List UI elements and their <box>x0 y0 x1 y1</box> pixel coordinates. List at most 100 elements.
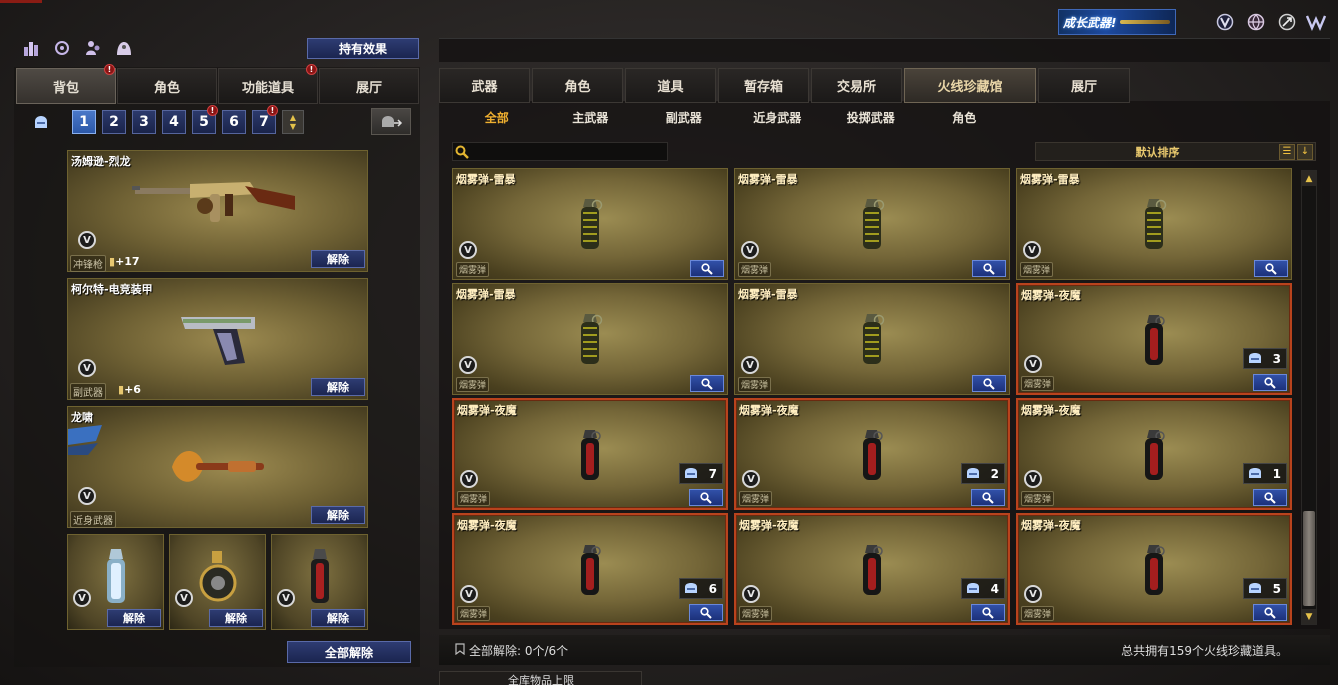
weapon-name: 龙啸 <box>71 411 93 424</box>
filter-melee[interactable]: 近身武器 <box>731 109 825 127</box>
chevron-up-icon[interactable]: ▲ <box>290 113 296 122</box>
inspect-button[interactable] <box>690 375 724 392</box>
holding-effect-button[interactable]: 持有效果 <box>307 38 419 59</box>
grenade-slot-2[interactable]: V 解除 <box>169 534 266 630</box>
ranking-icon[interactable] <box>20 37 42 59</box>
ammo-value: +17 <box>115 255 140 268</box>
inspect-button[interactable] <box>972 375 1006 392</box>
filter-secondary[interactable]: 副武器 <box>637 109 731 127</box>
collection-item-card[interactable]: 烟雾弹-雷暴 V 烟雾弹 <box>452 283 728 395</box>
page-scroll-arrows[interactable]: ▲ ▼ <box>282 110 304 134</box>
clan-icon[interactable] <box>113 37 135 59</box>
night-grenade-icon <box>1145 545 1165 595</box>
unequip-button[interactable]: 解除 <box>311 250 365 268</box>
filter-character[interactable]: 角色 <box>918 109 1012 127</box>
tab-temp-storage[interactable]: 暂存箱 <box>718 68 809 103</box>
achievement-icon[interactable] <box>1276 11 1298 33</box>
collection-item-card[interactable]: 烟雾弹-夜魔 V 烟雾弹 7 <box>452 398 728 510</box>
inspect-button[interactable] <box>971 489 1005 506</box>
globe-icon[interactable] <box>1245 11 1267 33</box>
search-icon[interactable] <box>453 143 471 161</box>
equipped-secondary-weapon[interactable]: 柯尔特-电竞装甲 V 副武器 ▮+6 解除 <box>67 278 368 400</box>
v-emblem-icon[interactable] <box>1214 11 1236 33</box>
collection-item-card[interactable]: 烟雾弹-夜魔 V 烟雾弹 2 <box>734 398 1010 510</box>
sort-dropdown[interactable]: 默认排序 ☰ ↓ <box>1035 142 1316 161</box>
page-button-3[interactable]: 3 <box>132 110 156 134</box>
collection-item-card[interactable]: 烟雾弹-雷暴 V 烟雾弹 <box>452 168 728 280</box>
storage-limit-label: 全库物品上限 <box>508 674 574 685</box>
night-grenade-icon <box>863 430 883 480</box>
sort-direction-icon[interactable]: ↓ <box>1297 143 1313 160</box>
collection-item-card[interactable]: 烟雾弹-雷暴 V 烟雾弹 <box>1016 168 1292 280</box>
inspect-button[interactable] <box>689 604 723 621</box>
page-button-7[interactable]: 7 ! <box>252 105 278 134</box>
item-count: 1 <box>1272 466 1281 481</box>
chevron-down-icon[interactable]: ▼ <box>290 122 296 131</box>
filter-throwable[interactable]: 投掷武器 <box>824 109 918 127</box>
filter-primary[interactable]: 主武器 <box>544 109 638 127</box>
grenade-slot-1[interactable]: V 解除 <box>67 534 164 630</box>
page-number: 1 <box>79 114 89 130</box>
grenade-slot-3[interactable]: V 解除 <box>271 534 368 630</box>
collection-item-card[interactable]: 烟雾弹-雷暴 V 烟雾弹 <box>734 168 1010 280</box>
weapon-thumbnail <box>1120 20 1171 24</box>
unequip-button[interactable]: 解除 <box>209 609 263 627</box>
inspect-button[interactable] <box>1253 489 1287 506</box>
tab-character[interactable]: 角色 <box>117 68 217 104</box>
page-button-5[interactable]: 5 ! <box>192 105 218 134</box>
scroll-down-icon[interactable]: ▼ <box>1302 609 1316 624</box>
tab-function-items[interactable]: 功能道具 ! <box>218 64 318 104</box>
inspect-button[interactable] <box>1253 374 1287 391</box>
page-button-4[interactable]: 4 <box>162 110 186 134</box>
tab-collection-hall[interactable]: 火线珍藏馆 <box>904 68 1036 103</box>
v-badge-icon: V <box>78 231 96 249</box>
search-input[interactable] <box>471 143 667 160</box>
friends-icon[interactable] <box>82 37 104 59</box>
item-count-badge: 7 <box>679 463 723 484</box>
unequip-button[interactable]: 解除 <box>311 378 365 396</box>
item-name: 烟雾弹-雷暴 <box>456 288 516 301</box>
collection-item-card[interactable]: 烟雾弹-夜魔 V 烟雾弹 5 <box>1016 513 1292 625</box>
tab-weapons[interactable]: 武器 <box>439 68 530 103</box>
equipped-primary-weapon[interactable]: 汤姆逊-烈龙 V 冲锋枪 ▮+17 解除 <box>67 150 368 272</box>
brand-logo-icon[interactable] <box>1305 11 1327 33</box>
remove-all-button[interactable]: 全部解除 <box>287 641 411 663</box>
swap-loadout-button[interactable] <box>371 108 411 135</box>
list-view-icon[interactable]: ☰ <box>1279 143 1295 160</box>
page-button-1[interactable]: 1 <box>72 110 96 134</box>
scroll-up-icon[interactable]: ▲ <box>1302 171 1316 186</box>
page-button-6[interactable]: 6 <box>222 110 246 134</box>
tab-showroom[interactable]: 展厅 <box>319 68 419 104</box>
unequip-button[interactable]: 解除 <box>311 609 365 627</box>
alert-badge: ! <box>306 64 317 75</box>
tab-label: 角色 <box>153 80 180 96</box>
v-badge-icon: V <box>175 589 193 607</box>
refresh-icon[interactable] <box>51 37 73 59</box>
grid-scrollbar[interactable]: ▲ ▼ <box>1301 170 1317 625</box>
inspect-button[interactable] <box>1254 260 1288 277</box>
storage-limit-tab[interactable]: 全库物品上限 <box>439 671 642 685</box>
page-button-2[interactable]: 2 <box>102 110 126 134</box>
collection-item-card[interactable]: 烟雾弹-夜魔 V 烟雾弹 4 <box>734 513 1010 625</box>
filter-all[interactable]: 全部 <box>450 109 544 127</box>
unequip-button[interactable]: 解除 <box>107 609 161 627</box>
inspect-button[interactable] <box>971 604 1005 621</box>
tab-items[interactable]: 道具 <box>625 68 716 103</box>
inspect-button[interactable] <box>972 260 1006 277</box>
collection-item-card[interactable]: 烟雾弹-夜魔 V 烟雾弹 6 <box>452 513 728 625</box>
growth-weapon-banner[interactable]: 成长武器! <box>1058 9 1176 35</box>
item-name: 烟雾弹-夜魔 <box>739 519 799 532</box>
collection-item-card[interactable]: 烟雾弹-夜魔 V 烟雾弹 3 <box>1016 283 1292 395</box>
tab-showroom[interactable]: 展厅 <box>1038 68 1130 103</box>
tab-backpack[interactable]: 背包 ! <box>16 64 116 104</box>
collection-item-card[interactable]: 烟雾弹-夜魔 V 烟雾弹 1 <box>1016 398 1292 510</box>
collection-item-card[interactable]: 烟雾弹-雷暴 V 烟雾弹 <box>734 283 1010 395</box>
inspect-button[interactable] <box>689 489 723 506</box>
tab-characters[interactable]: 角色 <box>532 68 623 103</box>
unequip-button[interactable]: 解除 <box>311 506 365 524</box>
inspect-button[interactable] <box>690 260 724 277</box>
inspect-button[interactable] <box>1253 604 1287 621</box>
tab-exchange[interactable]: 交易所 <box>811 68 902 103</box>
equipped-melee-weapon[interactable]: 龙啸 V 近身武器 解除 <box>67 406 368 528</box>
scroll-thumb[interactable] <box>1303 511 1315 606</box>
